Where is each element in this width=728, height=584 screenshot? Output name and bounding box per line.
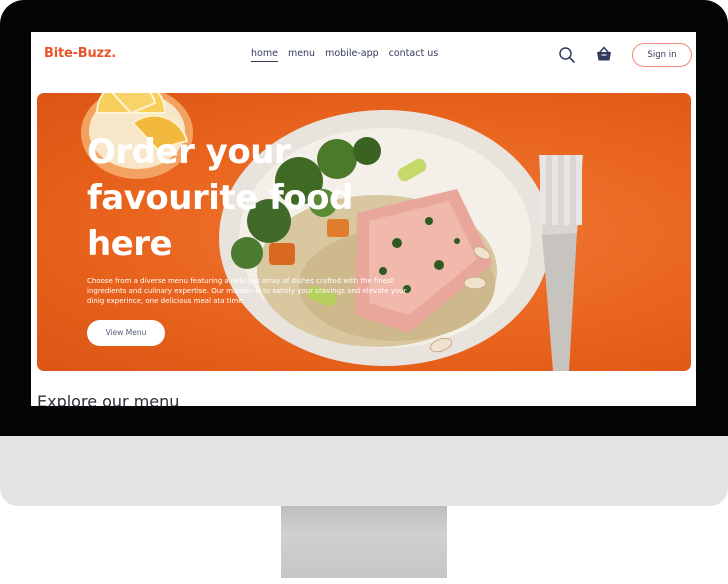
nav-item-mobile-app[interactable]: mobile-app	[325, 48, 379, 62]
view-menu-button[interactable]: View Menu	[87, 320, 165, 346]
monitor-stand	[281, 506, 447, 578]
nav-item-contact-us[interactable]: contact us	[389, 48, 439, 62]
main-nav: home menu mobile-app contact us	[251, 48, 438, 62]
nav-item-menu[interactable]: menu	[288, 48, 315, 62]
brand-logo[interactable]: Bite-Buzz.	[44, 46, 116, 61]
monitor-chin	[0, 436, 728, 506]
basket-icon[interactable]	[595, 45, 613, 63]
sign-in-button[interactable]: Sign in	[632, 43, 692, 67]
nav-item-home[interactable]: home	[251, 48, 278, 62]
hero-headline: Order your favourite food here	[87, 132, 353, 264]
hero-description: Choose from a diverse menu featuring a d…	[87, 277, 407, 305]
hero-banner: Order your favourite food here Choose fr…	[37, 93, 691, 371]
browser-screen: Bite-Buzz. home menu mobile-app contact …	[31, 32, 696, 406]
search-icon[interactable]	[558, 46, 576, 64]
fork	[539, 155, 583, 371]
explore-menu-title: Explore our menu	[37, 392, 180, 406]
